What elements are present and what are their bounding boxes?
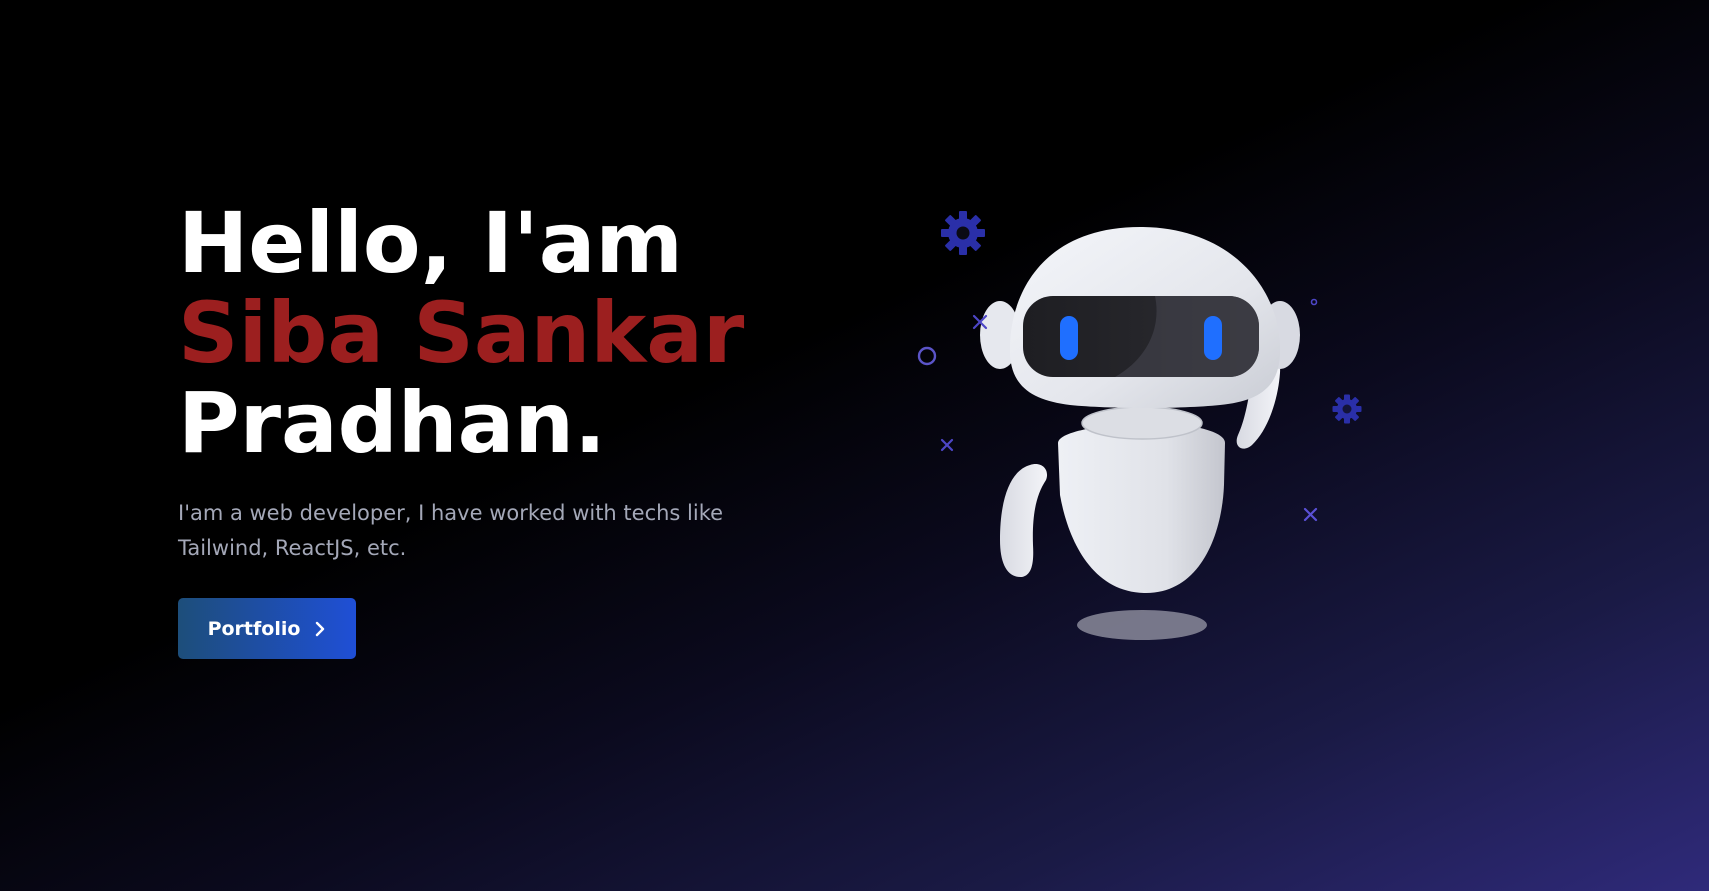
portfolio-button-label: Portfolio <box>207 617 301 640</box>
gear-icon <box>941 211 985 255</box>
greeting-text: Hello, I'am <box>178 194 683 292</box>
dot-icon <box>1310 298 1318 306</box>
robot-left-eye <box>1060 316 1078 360</box>
surname-text: Pradhan. <box>178 374 606 472</box>
hero-description: I'am a web developer, I have worked with… <box>178 501 724 560</box>
portfolio-button[interactable]: Portfolio <box>178 598 356 659</box>
gear-icon <box>1332 394 1362 424</box>
hero-section: Hello, I'am Siba Sankar Pradhan. I'am a … <box>0 0 1709 891</box>
robot-svg <box>917 211 1362 640</box>
chevron-right-icon <box>316 621 325 636</box>
name-text: Siba Sankar <box>178 284 745 382</box>
cross-icon <box>1303 507 1318 522</box>
robot-shadow <box>1077 610 1207 640</box>
hero-headline: Hello, I'am Siba Sankar Pradhan. <box>178 198 778 468</box>
circle-icon <box>917 346 937 366</box>
robot-left-arm <box>1000 464 1048 578</box>
cross-icon <box>940 438 954 452</box>
robot-illustration <box>900 195 1380 655</box>
robot-neck <box>1081 406 1203 440</box>
robot-body <box>1058 423 1225 593</box>
hero-text-block: Hello, I'am Siba Sankar Pradhan. I'am a … <box>178 198 778 659</box>
robot-right-eye <box>1204 316 1222 360</box>
